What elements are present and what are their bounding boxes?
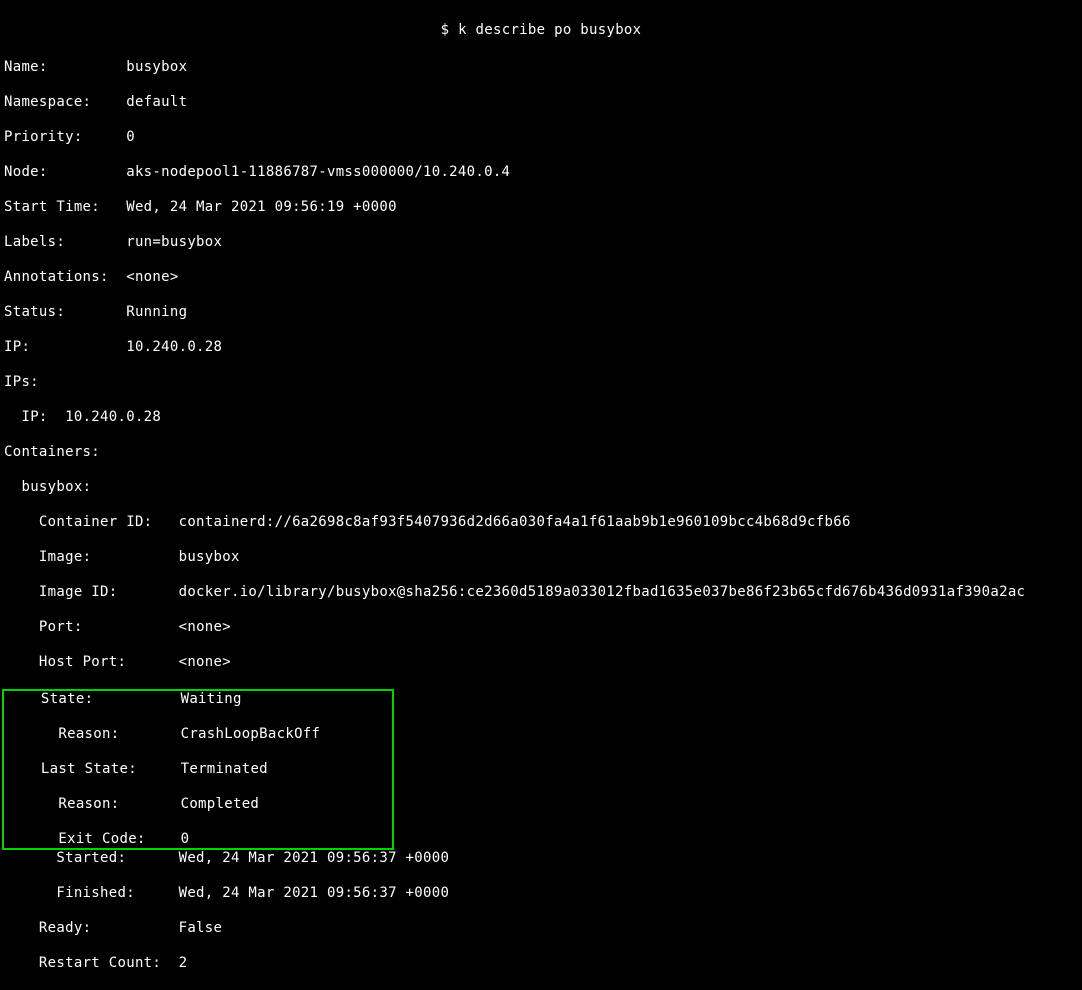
prompt-symbol: $ xyxy=(441,22,450,38)
field-started: Started: Wed, 24 Mar 2021 09:56:37 +0000 xyxy=(4,850,1078,868)
field-finished: Finished: Wed, 24 Mar 2021 09:56:37 +000… xyxy=(4,885,1078,903)
field-port: Port: <none> xyxy=(4,619,1078,637)
field-status: Status: Running xyxy=(4,304,1078,322)
field-annotations: Annotations: <none> xyxy=(4,269,1078,287)
field-containers: Containers: xyxy=(4,444,1078,462)
field-state: State: Waiting xyxy=(6,691,390,709)
field-container-name: busybox: xyxy=(4,479,1078,497)
field-exit-code: Exit Code: 0 xyxy=(6,831,390,849)
command: k describe po busybox xyxy=(458,22,641,38)
terminal-output[interactable]: $ k describe po busybox Name: busybox Na… xyxy=(4,4,1078,990)
field-ready: Ready: False xyxy=(4,920,1078,938)
field-ips: IPs: xyxy=(4,374,1078,392)
field-last-state-reason: Reason: Completed xyxy=(6,796,390,814)
field-priority: Priority: 0 xyxy=(4,129,1078,147)
prompt-line: $ k describe po busybox xyxy=(4,22,1078,42)
field-name: Name: busybox xyxy=(4,59,1078,77)
field-image-id: Image ID: docker.io/library/busybox@sha2… xyxy=(4,584,1078,602)
field-state-reason: Reason: CrashLoopBackOff xyxy=(6,726,390,744)
field-ips-inner: IP: 10.240.0.28 xyxy=(4,409,1078,427)
field-labels: Labels: run=busybox xyxy=(4,234,1078,252)
field-last-state: Last State: Terminated xyxy=(6,761,390,779)
field-host-port: Host Port: <none> xyxy=(4,654,1078,672)
field-image: Image: busybox xyxy=(4,549,1078,567)
field-ip: IP: 10.240.0.28 xyxy=(4,339,1078,357)
field-restart-count: Restart Count: 2 xyxy=(4,955,1078,973)
field-namespace: Namespace: default xyxy=(4,94,1078,112)
highlighted-state-section: State: Waiting Reason: CrashLoopBackOff … xyxy=(2,689,394,851)
field-start-time: Start Time: Wed, 24 Mar 2021 09:56:19 +0… xyxy=(4,199,1078,217)
field-container-id: Container ID: containerd://6a2698c8af93f… xyxy=(4,514,1078,532)
field-node: Node: aks-nodepool1-11886787-vmss000000/… xyxy=(4,164,1078,182)
